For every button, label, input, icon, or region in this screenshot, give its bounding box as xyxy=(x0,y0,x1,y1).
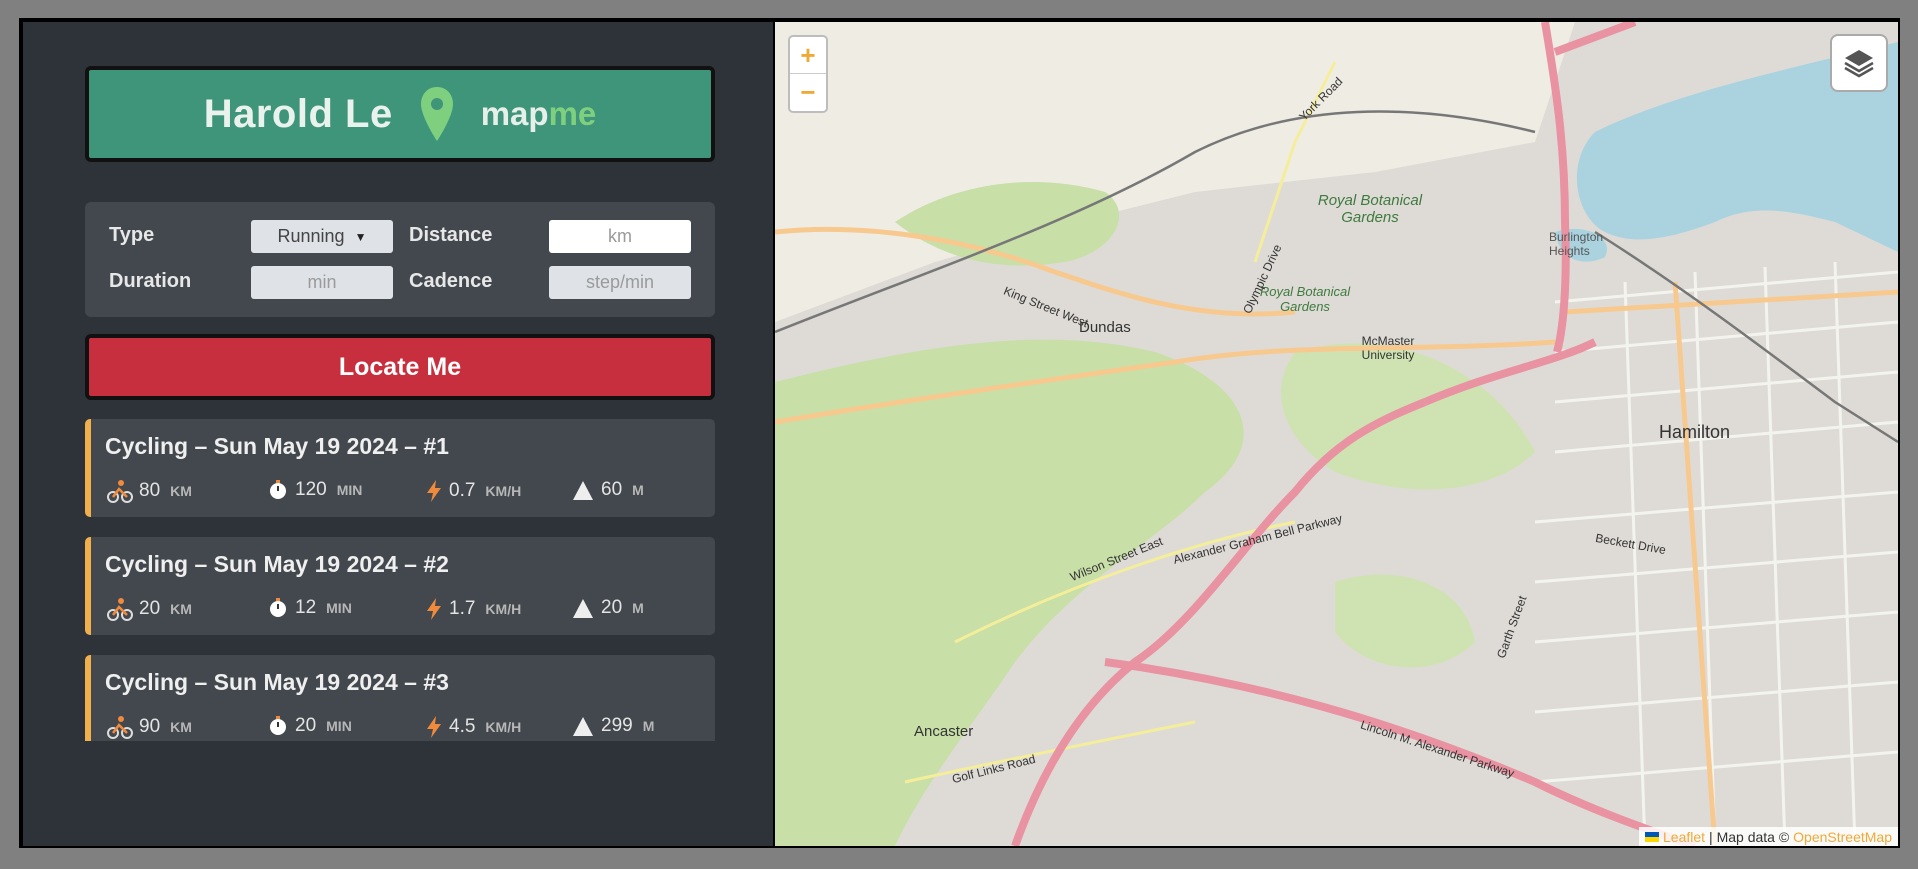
type-select-value: Running xyxy=(277,226,345,246)
map-label-burlington: Burlington Heights xyxy=(1549,230,1604,258)
locate-me-button[interactable]: Locate Me xyxy=(85,334,715,400)
workout-distance: 90 KM xyxy=(107,715,192,739)
stopwatch-icon xyxy=(270,716,286,735)
workout-duration: 120 MIN xyxy=(267,479,362,501)
distance-value: 20 xyxy=(139,598,161,619)
mountain-icon xyxy=(573,717,593,736)
workout-distance: 20 KM xyxy=(107,597,192,621)
speed-value: 4.5 xyxy=(449,716,476,737)
workout-title: Cycling – Sun May 19 2024 – #2 xyxy=(105,551,449,577)
elevation-value: 299 xyxy=(601,715,633,736)
workout-card[interactable]: Cycling – Sun May 19 2024 – #3 90 KM 20 MI… xyxy=(85,655,715,741)
map-label-mcmaster: McMaster University xyxy=(1361,334,1415,362)
distance-unit: KM xyxy=(170,483,192,499)
brand-wordmark: mapme xyxy=(481,95,597,133)
app-frame: Harold Le mapme Type Running ▼ Distance … xyxy=(19,18,1900,848)
distance-input[interactable]: km xyxy=(549,220,691,253)
duration-value: 12 xyxy=(295,597,317,618)
speed-value: 0.7 xyxy=(449,480,476,501)
stopwatch-icon xyxy=(270,598,286,617)
cyclist-icon xyxy=(107,598,133,621)
distance-unit: KM xyxy=(170,601,192,617)
type-select[interactable]: Running ▼ xyxy=(251,220,393,253)
layers-icon xyxy=(1844,50,1874,78)
zoom-in-button[interactable]: + xyxy=(790,37,826,74)
brand-word-map: map xyxy=(480,95,549,132)
speed-value: 1.7 xyxy=(449,598,476,619)
workout-elevation: 299 M xyxy=(571,715,654,737)
distance-value: 80 xyxy=(139,480,161,501)
map-pin-icon xyxy=(420,87,453,141)
type-label: Type xyxy=(109,224,155,246)
stopwatch-icon xyxy=(270,480,286,499)
ukraine-flag-icon xyxy=(1645,831,1659,842)
cadence-input[interactable]: step/min xyxy=(549,266,691,299)
lightning-icon xyxy=(427,598,441,620)
duration-input[interactable]: min xyxy=(251,266,393,299)
workout-duration: 20 MIN xyxy=(267,715,352,737)
cyclist-icon xyxy=(107,716,133,739)
workout-elevation: 20 M xyxy=(571,597,644,619)
workout-speed: 0.7 KM/H xyxy=(425,479,521,503)
speed-unit: KM/H xyxy=(485,719,522,735)
cyclist-icon xyxy=(107,480,133,503)
distance-label: Distance xyxy=(409,224,493,246)
zoom-out-button[interactable]: − xyxy=(790,74,826,111)
workout-form: Type Running ▼ Distance km Duration min … xyxy=(85,202,715,317)
map-attribution: Leaflet | Map data © OpenStreetMap xyxy=(1639,827,1898,846)
leaflet-link[interactable]: Leaflet xyxy=(1663,829,1705,845)
duration-placeholder: min xyxy=(307,272,337,292)
workout-title: Cycling – Sun May 19 2024 – #1 xyxy=(105,433,449,459)
workout-list: Cycling – Sun May 19 2024 – #1 80 KM 120 M… xyxy=(85,419,715,741)
map-label-hamilton: Hamilton xyxy=(1659,422,1731,442)
workout-duration: 12 MIN xyxy=(267,597,352,619)
speed-unit: KM/H xyxy=(485,483,522,499)
elevation-value: 20 xyxy=(601,597,623,618)
mountain-icon xyxy=(573,599,593,618)
duration-unit: MIN xyxy=(326,600,352,616)
workout-title: Cycling – Sun May 19 2024 – #3 xyxy=(105,669,449,695)
brand-logo: Harold Le mapme xyxy=(85,66,715,162)
elevation-unit: M xyxy=(642,718,655,734)
attribution-text: | Map data © xyxy=(1709,828,1790,845)
zoom-control: + − xyxy=(788,35,828,113)
elevation-unit: M xyxy=(632,482,644,498)
mountain-icon xyxy=(573,481,593,500)
distance-unit: KM xyxy=(170,719,192,735)
map-view[interactable]: Hamilton Dundas Ancaster Royal Botanical… xyxy=(775,22,1898,846)
speed-unit: KM/H xyxy=(485,601,522,617)
sidebar: Harold Le mapme Type Running ▼ Distance … xyxy=(23,22,773,846)
layers-button[interactable] xyxy=(1830,34,1888,92)
distance-placeholder: km xyxy=(608,226,632,246)
duration-unit: MIN xyxy=(326,718,352,734)
lightning-icon xyxy=(427,716,441,738)
workout-elevation: 60 M xyxy=(571,479,644,501)
duration-value: 120 xyxy=(295,479,327,500)
lightning-icon xyxy=(427,480,441,502)
duration-value: 20 xyxy=(295,715,317,736)
duration-unit: MIN xyxy=(336,482,363,498)
workout-speed: 1.7 KM/H xyxy=(425,597,521,621)
cadence-label: Cadence xyxy=(409,270,493,292)
cadence-placeholder: step/min xyxy=(585,272,655,292)
map-label-ancaster: Ancaster xyxy=(914,723,974,740)
workout-card[interactable]: Cycling – Sun May 19 2024 – #1 80 KM 120 M… xyxy=(85,419,715,517)
distance-value: 90 xyxy=(139,716,161,737)
duration-label: Duration xyxy=(109,270,192,292)
map-label-rbg-1: Royal Botanical Gardens xyxy=(1317,192,1423,226)
workout-speed: 4.5 KM/H xyxy=(425,715,521,739)
elevation-value: 60 xyxy=(601,479,623,500)
brand-word-me: me xyxy=(548,95,597,132)
osm-link[interactable]: OpenStreetMap xyxy=(1793,829,1892,845)
map-label-rbg-2: Royal Botanical Gardens xyxy=(1259,284,1351,314)
chevron-down-icon: ▼ xyxy=(354,229,367,244)
workout-distance: 80 KM xyxy=(107,479,192,503)
workout-card[interactable]: Cycling – Sun May 19 2024 – #2 20 KM 12 MI… xyxy=(85,537,715,635)
brand-name: Harold Le xyxy=(203,91,393,136)
elevation-unit: M xyxy=(632,600,644,616)
